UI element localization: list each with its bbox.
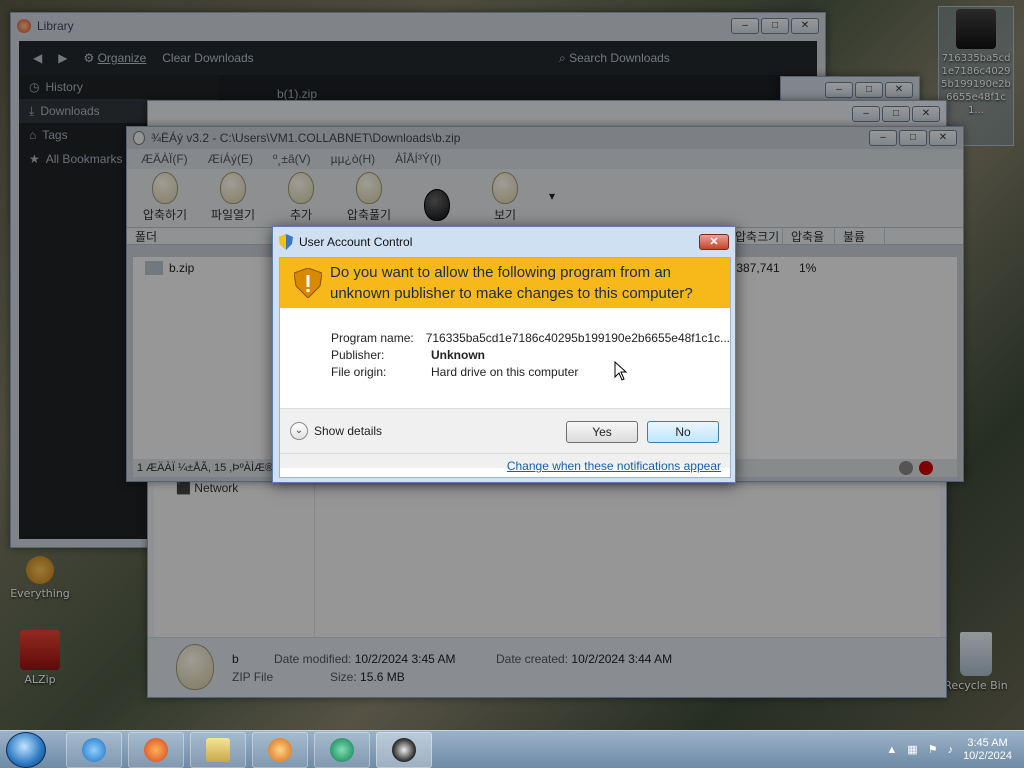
taskbar-alzip[interactable]: [376, 731, 432, 768]
ie-icon: [82, 737, 106, 762]
uac-actions: ⌄ Show details Yes No Change when these …: [280, 408, 730, 473]
change-notifications-link[interactable]: Change when these notifications appear: [507, 459, 721, 473]
start-button[interactable]: [6, 731, 46, 768]
warning-shield-icon: [294, 268, 322, 298]
browser-icon: [330, 737, 354, 762]
network-tray-icon[interactable]: ▦: [907, 743, 917, 756]
no-button[interactable]: No: [647, 421, 719, 443]
program-name-value: 716335ba5cd1e7186c40295b199190e2b6655e48…: [425, 331, 730, 345]
uac-dialog: User Account Control ✕ Do you want to al…: [272, 226, 736, 483]
show-details-label: Show details: [314, 424, 383, 438]
publisher-label: Publisher:: [331, 348, 385, 362]
publisher-value: Unknown: [431, 348, 485, 362]
chevron-down-icon: ⌄: [290, 422, 308, 440]
alzip-icon: [392, 737, 416, 762]
volume-tray-icon[interactable]: ♪: [948, 744, 954, 756]
uac-title: User Account Control: [299, 235, 413, 249]
system-tray: ▲ ▦ ⚑ ♪ 3:45 AM 10/2/2024: [886, 737, 1024, 763]
file-origin-label: File origin:: [331, 365, 387, 379]
program-name-row: Program name: 716335ba5cd1e7186c40295b199…: [331, 330, 730, 347]
uac-question: Do you want to allow the following progr…: [330, 264, 693, 302]
yes-button[interactable]: Yes: [566, 421, 638, 443]
uac-titlebar: User Account Control ✕: [273, 227, 735, 257]
flag-tray-icon[interactable]: ⚑: [928, 743, 938, 756]
actions-divider: [280, 453, 730, 454]
file-origin-row: File origin: Hard drive on this computer: [331, 364, 730, 381]
taskbar-ie[interactable]: [66, 731, 122, 768]
taskbar-firefox[interactable]: [128, 731, 184, 768]
clock[interactable]: 3:45 AM 10/2/2024: [963, 737, 1012, 763]
clock-date: 10/2/2024: [963, 749, 1012, 762]
mouse-cursor-icon: [614, 361, 628, 381]
file-origin-value: Hard drive on this computer: [431, 365, 579, 379]
explorer-icon: [206, 737, 230, 762]
uac-banner: Do you want to allow the following progr…: [280, 258, 730, 308]
show-details-toggle[interactable]: ⌄ Show details: [290, 422, 382, 440]
clock-time: 3:45 AM: [967, 736, 1008, 749]
uac-properties: Program name: 716335ba5cd1e7186c40295b199…: [280, 308, 730, 381]
tray-expand-icon[interactable]: ▲: [886, 744, 897, 756]
uac-body: Do you want to allow the following progr…: [279, 257, 731, 478]
taskbar-browser[interactable]: [314, 731, 370, 768]
close-button[interactable]: ✕: [699, 234, 729, 250]
firefox-icon: [144, 737, 168, 762]
uac-shield-icon: [279, 234, 293, 250]
taskbar: ▲ ▦ ⚑ ♪ 3:45 AM 10/2/2024: [0, 730, 1024, 768]
taskbar-explorer[interactable]: [190, 731, 246, 768]
publisher-row: Publisher: Unknown: [331, 347, 730, 364]
taskbar-media-player[interactable]: [252, 731, 308, 768]
media-player-icon: [268, 737, 292, 762]
program-name-label: Program name:: [331, 331, 414, 345]
